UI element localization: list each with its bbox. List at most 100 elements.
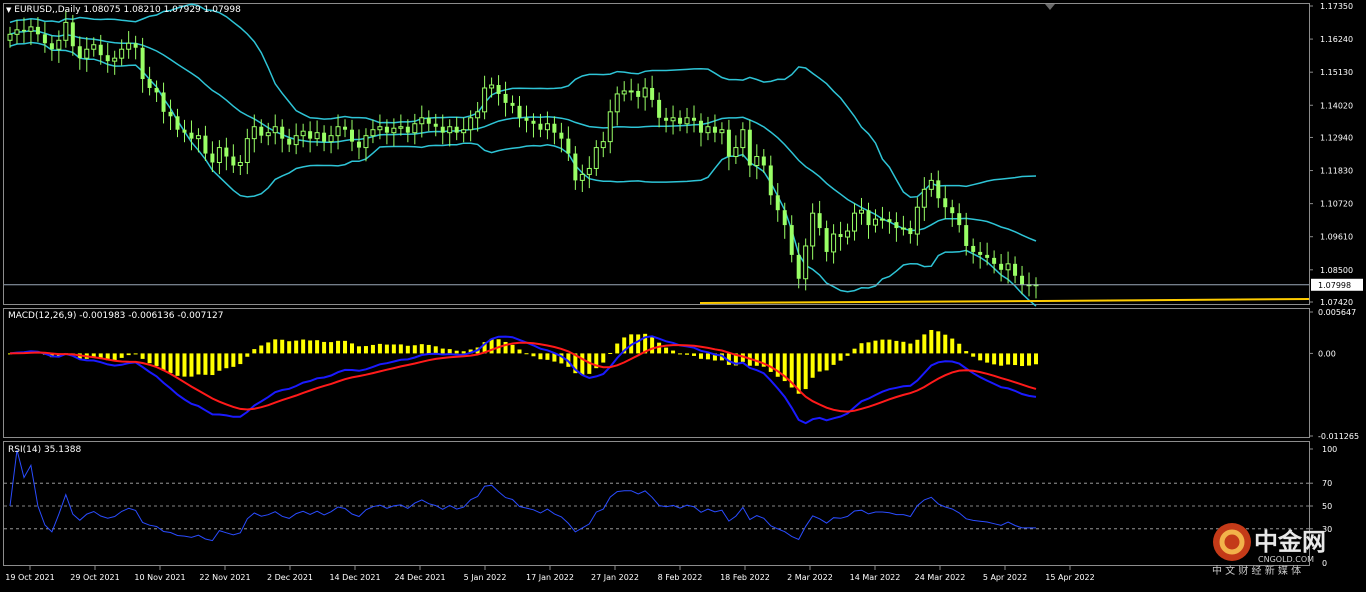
macd-histogram-bar bbox=[356, 346, 361, 354]
candle-body-down bbox=[866, 210, 871, 226]
candle-body-down bbox=[950, 207, 955, 214]
candle-body-up bbox=[216, 147, 222, 163]
candle-body-up bbox=[845, 230, 851, 238]
candle-body-up bbox=[607, 111, 613, 143]
date-axis-label: 5 Jan 2022 bbox=[464, 573, 507, 582]
candle-body-up bbox=[831, 233, 837, 253]
chart-canvas[interactable]: 1.17350 1.16240 1.15130 1.14020 1.12940 1.118… bbox=[0, 0, 1366, 588]
price-axis-label: 1.12940 bbox=[1320, 133, 1353, 142]
macd-histogram-bar bbox=[461, 351, 466, 354]
macd-histogram-bar bbox=[224, 353, 229, 369]
macd-histogram-bar bbox=[992, 353, 997, 365]
watermark-site: CNGOLD.COM bbox=[1258, 555, 1314, 564]
macd-histogram-bar bbox=[971, 353, 976, 357]
macd-histogram-bar bbox=[287, 341, 292, 354]
candle-body-down bbox=[35, 26, 40, 35]
macd-histogram-bar bbox=[161, 353, 166, 371]
candle-body-down bbox=[999, 263, 1004, 270]
macd-histogram-bar bbox=[852, 348, 857, 354]
macd-histogram-bar bbox=[824, 353, 829, 371]
candle-body-down bbox=[636, 90, 641, 97]
collapse-triangle-icon[interactable]: ▼ bbox=[6, 6, 11, 14]
macd-histogram-bar bbox=[245, 353, 250, 357]
candle-body-down bbox=[936, 180, 941, 199]
candle-body-down bbox=[796, 254, 801, 279]
candle-body-up bbox=[119, 48, 125, 59]
candle-body-down bbox=[747, 129, 752, 166]
candle-body-down bbox=[49, 43, 54, 50]
candle-body-up bbox=[719, 129, 725, 134]
candle-body-down bbox=[559, 132, 564, 139]
candle-body-up bbox=[370, 129, 376, 137]
cngold-logo-icon bbox=[1213, 523, 1251, 561]
macd-histogram-bar bbox=[950, 338, 955, 354]
date-axis-label: 19 Oct 2021 bbox=[5, 573, 54, 582]
candle-body-up bbox=[803, 245, 809, 280]
price-axis-label: 1.14020 bbox=[1320, 101, 1353, 110]
rsi-panel bbox=[4, 449, 1309, 542]
macd-histogram-bar bbox=[273, 339, 278, 354]
macd-axis-label: -0.011265 bbox=[1318, 432, 1359, 441]
candle-body-down bbox=[454, 126, 459, 133]
candle-body-up bbox=[84, 48, 90, 59]
candle-body-down bbox=[496, 84, 501, 94]
candle-body-up bbox=[670, 117, 676, 122]
macd-histogram-bar bbox=[1020, 353, 1025, 367]
chart-window[interactable]: 1.17350 1.16240 1.15130 1.14020 1.12940 1.118… bbox=[0, 0, 1366, 588]
candle-body-down bbox=[1020, 275, 1025, 285]
macd-histogram-bar bbox=[259, 345, 264, 354]
macd-histogram-bar bbox=[384, 344, 389, 354]
candle-body-down bbox=[887, 219, 892, 223]
macd-histogram-bar bbox=[636, 334, 641, 354]
candle-body-up bbox=[56, 39, 62, 50]
candle-body-down bbox=[664, 117, 669, 121]
candle-body-down bbox=[440, 126, 445, 133]
candle-body-down bbox=[356, 141, 361, 148]
candle-body-down bbox=[531, 120, 536, 124]
candle-body-up bbox=[14, 29, 20, 35]
cngold-watermark: 中金网 CNGOLD.COM 中 文 财 经 新 媒 体 bbox=[1212, 523, 1326, 577]
date-axis-label: 14 Mar 2022 bbox=[850, 573, 901, 582]
macd-histogram-bar bbox=[810, 353, 815, 378]
candle-body-up bbox=[314, 132, 320, 140]
macd-histogram-bar bbox=[664, 347, 669, 354]
candle-body-down bbox=[971, 245, 976, 252]
candle-body-down bbox=[259, 126, 264, 136]
price-axis-label: 1.11830 bbox=[1320, 167, 1353, 176]
candle-body-up bbox=[642, 87, 648, 98]
candle-body-down bbox=[573, 153, 578, 181]
candle-body-down bbox=[98, 44, 103, 56]
macd-histogram-bar bbox=[531, 353, 536, 357]
rsi-label: RSI(14) 35.1388 bbox=[8, 445, 82, 455]
macd-histogram-bar bbox=[503, 341, 508, 354]
macd-histogram-bar bbox=[608, 352, 613, 354]
macd-histogram-bar bbox=[203, 353, 208, 375]
price-panel bbox=[4, 3, 1310, 307]
candle-body-up bbox=[593, 147, 599, 169]
date-axis-label: 2 Dec 2021 bbox=[267, 573, 313, 582]
candle-body-up bbox=[265, 132, 271, 137]
candle-body-up bbox=[398, 126, 404, 129]
candle-body-up bbox=[859, 209, 865, 214]
macd-histogram-bar bbox=[119, 353, 124, 358]
date-axis-label: 27 Jan 2022 bbox=[591, 573, 639, 582]
chart-shift-marker[interactable] bbox=[1045, 4, 1055, 10]
candle-body-down bbox=[782, 210, 787, 226]
candle-body-down bbox=[147, 79, 152, 88]
macd-histogram-bar bbox=[999, 353, 1004, 366]
candle-body-up bbox=[328, 135, 334, 143]
candle-body-down bbox=[566, 138, 571, 154]
macd-axis-label: 0.00 bbox=[1318, 349, 1336, 358]
candle-body-up bbox=[921, 188, 927, 208]
date-axis-label: 14 Dec 2021 bbox=[329, 573, 380, 582]
macd-histogram-bar bbox=[433, 346, 438, 354]
candle-body-up bbox=[7, 33, 13, 41]
macd-histogram-bar bbox=[705, 353, 710, 360]
macd-histogram-bar bbox=[189, 353, 194, 377]
candle-body-up bbox=[544, 123, 550, 131]
candle-body-up bbox=[852, 212, 858, 232]
candle-body-up bbox=[412, 123, 418, 134]
macd-histogram-bar bbox=[154, 353, 159, 367]
price-axis-label: 1.08500 bbox=[1320, 266, 1353, 275]
macd-histogram-bar bbox=[838, 353, 843, 361]
